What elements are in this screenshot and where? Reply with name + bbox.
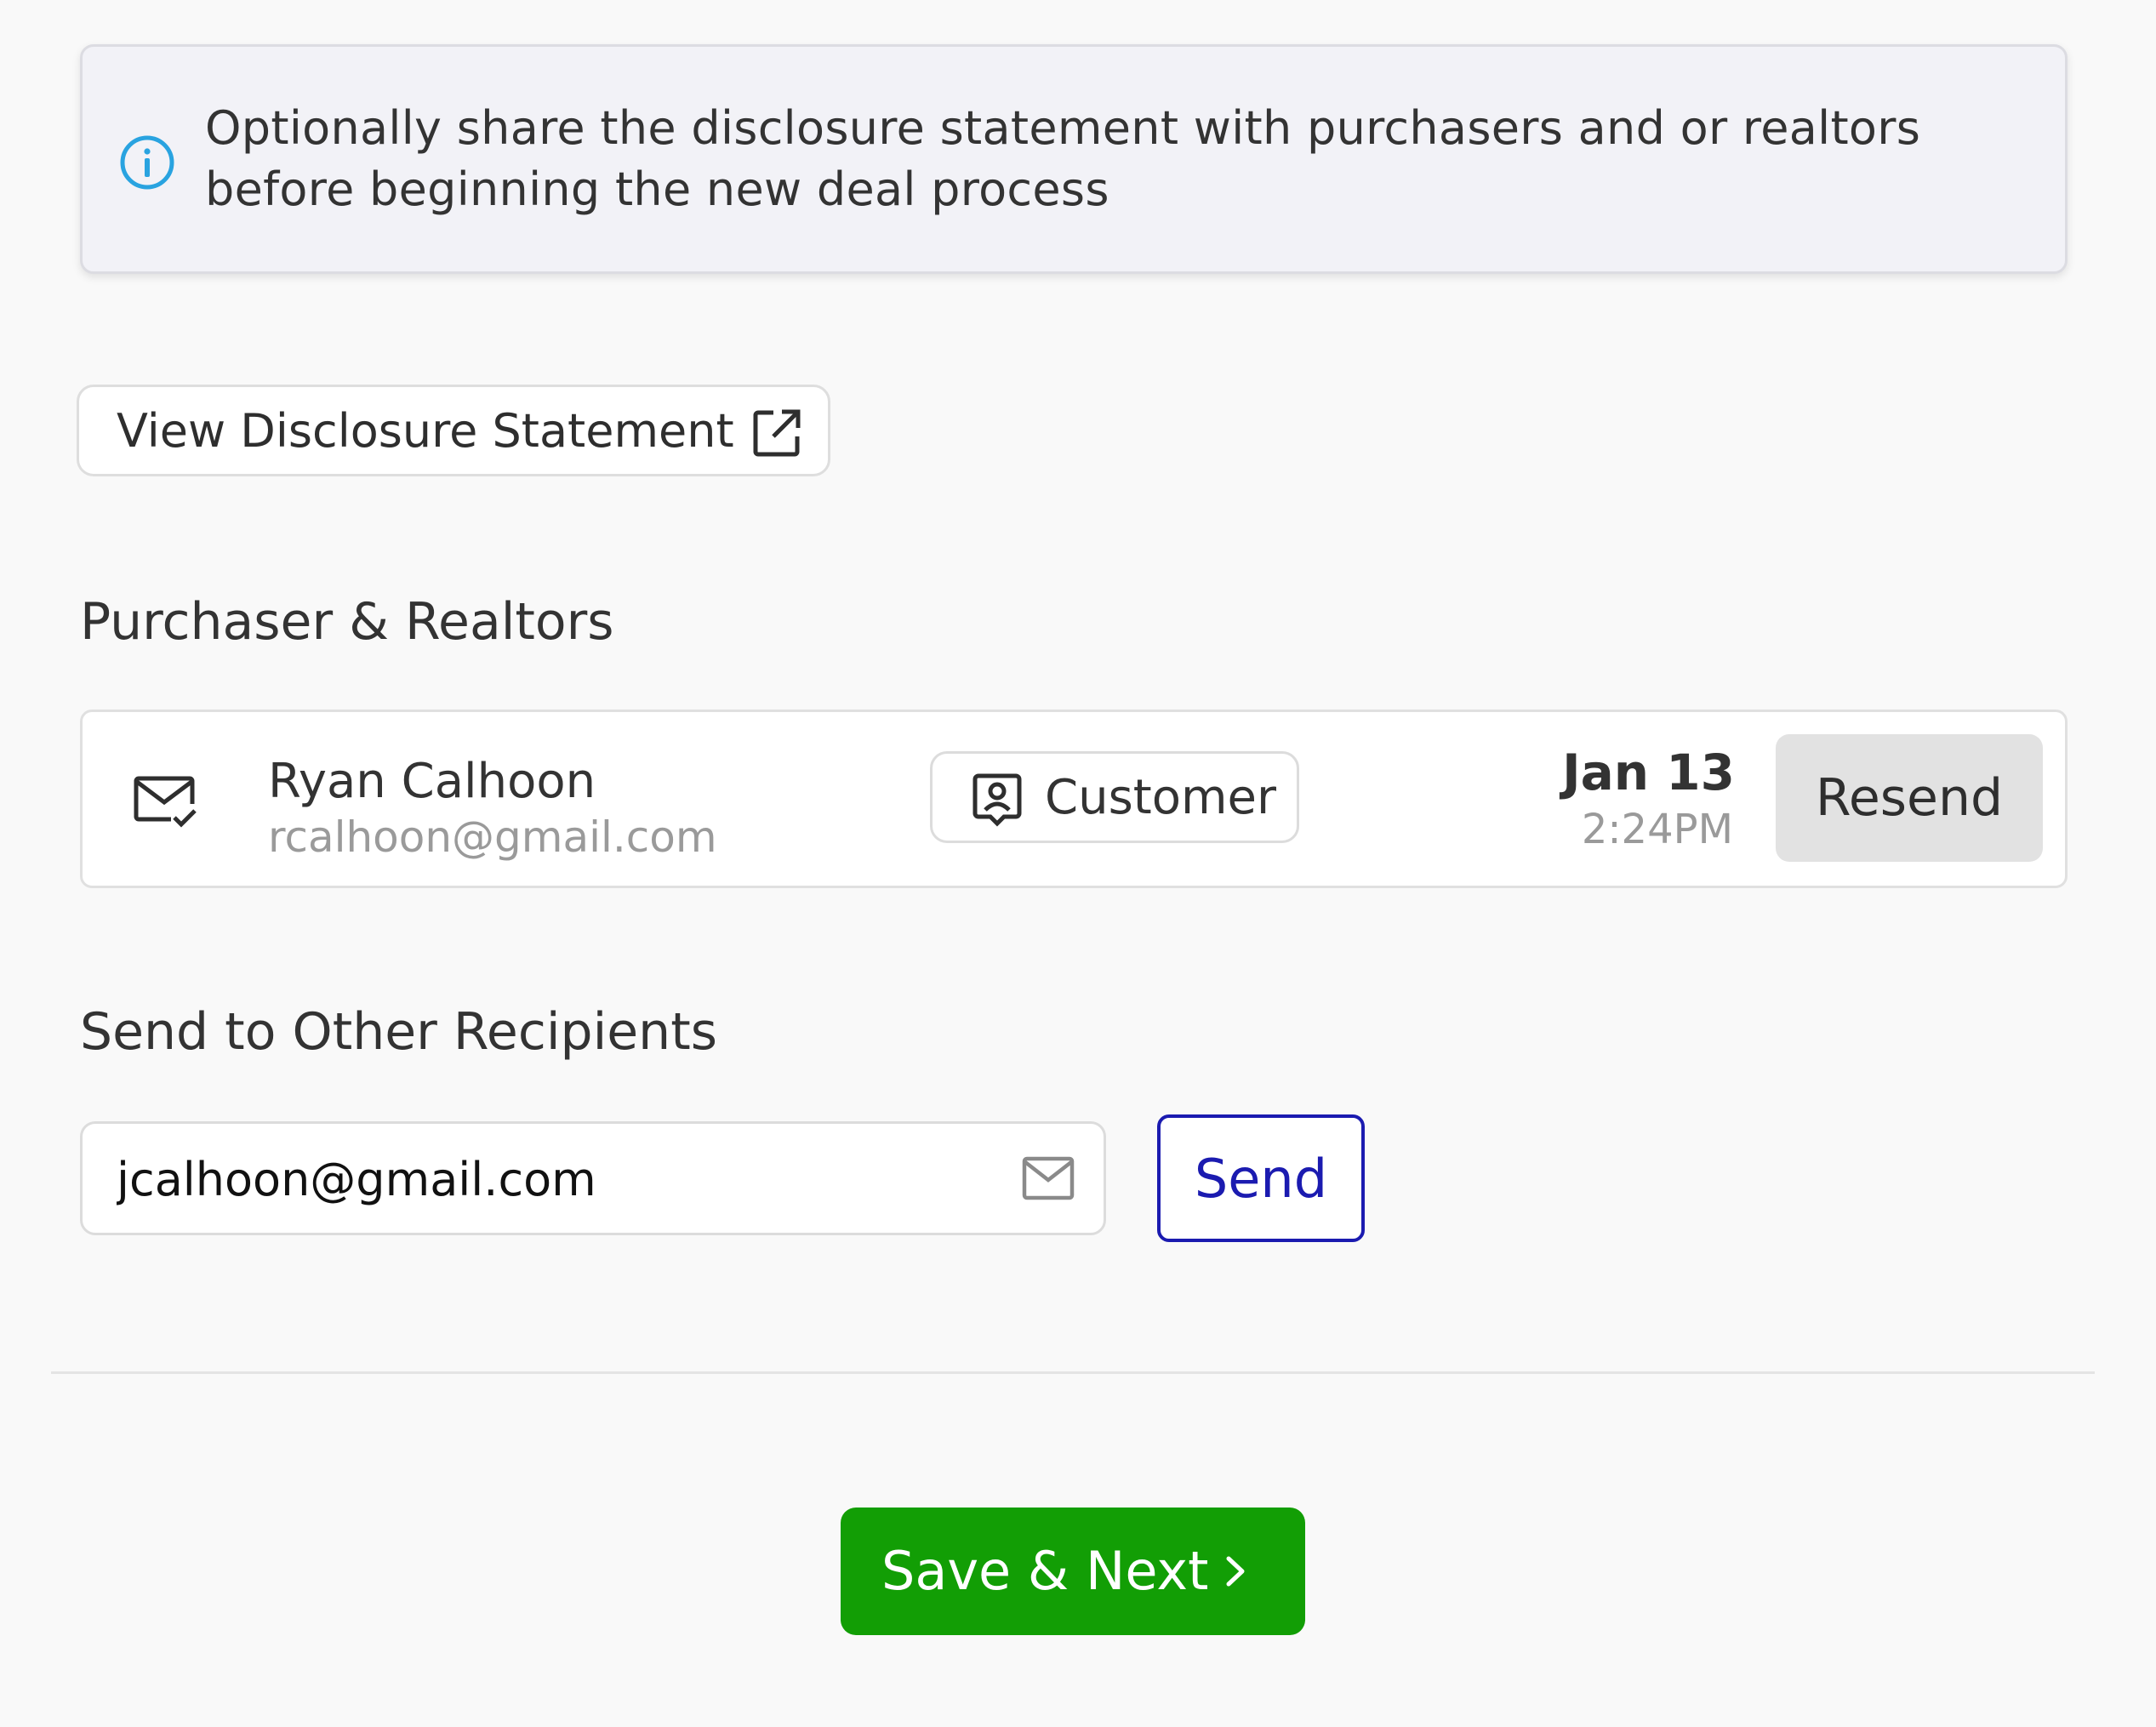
- role-badge: Customer: [930, 751, 1299, 843]
- view-disclosure-label: View Disclosure Statement: [117, 404, 734, 458]
- info-banner: Optionally share the disclosure statemen…: [80, 44, 2068, 274]
- chevron-right-icon: [1226, 1556, 1245, 1587]
- mail-check-icon: [134, 776, 197, 828]
- resend-button[interactable]: Resend: [1776, 734, 2043, 862]
- save-next-button[interactable]: Save & Next: [841, 1508, 1305, 1635]
- envelope-icon: [1022, 1156, 1075, 1200]
- save-next-label: Save & Next: [881, 1540, 1209, 1602]
- role-label: Customer: [1045, 770, 1277, 825]
- sent-time: 2:24PM: [1581, 806, 1733, 853]
- recipient-name: Ryan Calhoon: [268, 754, 596, 809]
- info-icon: [120, 135, 174, 190]
- view-disclosure-button[interactable]: View Disclosure Statement: [77, 385, 830, 476]
- sent-date: Jan 13: [1562, 744, 1735, 801]
- external-link-icon: [753, 409, 801, 457]
- other-recipients-heading: Send to Other Recipients: [80, 1002, 717, 1062]
- email-field-container: [80, 1121, 1106, 1235]
- section-divider: [51, 1371, 2095, 1374]
- contact-icon: [972, 773, 1022, 827]
- info-message: Optionally share the disclosure statemen…: [205, 101, 1921, 216]
- purchasers-heading: Purchaser & Realtors: [80, 592, 614, 652]
- recipient-email: rcalhoon@gmail.com: [268, 812, 717, 862]
- send-button[interactable]: Send: [1157, 1114, 1365, 1242]
- recipient-email-input[interactable]: [117, 1149, 967, 1209]
- recipient-row: Ryan Calhoon rcalhoon@gmail.com Customer…: [80, 710, 2068, 888]
